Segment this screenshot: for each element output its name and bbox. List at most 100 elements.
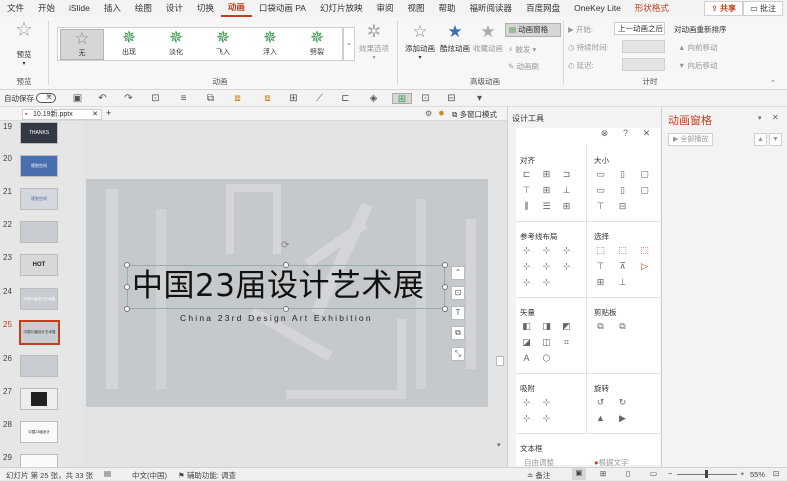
select-red-icon[interactable]: ⬚ xyxy=(640,246,649,255)
menu-item[interactable]: 口袋动画 PA xyxy=(252,0,313,17)
guide-icon[interactable]: ⊹ xyxy=(542,246,551,255)
flip-v-icon[interactable]: ▲ xyxy=(596,414,605,423)
zoom-in-icon[interactable]: + xyxy=(740,469,744,478)
thumb-slide-27[interactable] xyxy=(20,388,58,410)
thumb-slide-26[interactable] xyxy=(20,355,58,377)
present-icon[interactable]: ⊡ xyxy=(150,93,161,104)
resize-both-icon[interactable]: ▢ xyxy=(640,186,649,195)
fit-slide-icon[interactable]: ⊡ xyxy=(773,469,779,478)
menu-item[interactable]: 帮助 xyxy=(432,0,463,17)
play-all-button[interactable]: ▶ 全部播放 xyxy=(668,133,714,146)
cool-animation-button[interactable]: ★ 酷炫动画 xyxy=(438,23,472,54)
collect-animation-button[interactable]: ★ 收藏动画 xyxy=(472,23,504,54)
menu-item[interactable]: 设计 xyxy=(159,0,190,17)
distribute-h-icon[interactable]: ⫼ xyxy=(522,202,531,211)
rotate-handle-icon[interactable]: ⟳ xyxy=(281,240,289,251)
select-invert-icon[interactable]: ⊥ xyxy=(618,278,627,287)
resize-h-icon[interactable]: ▯ xyxy=(618,186,627,195)
align-bottom-icon[interactable]: ⊥ xyxy=(562,186,571,195)
anim-appear[interactable]: ✵ 出现 xyxy=(107,29,151,60)
select-similar-icon[interactable]: ⬚ xyxy=(618,246,627,255)
select-same-icon[interactable]: ⬚ xyxy=(596,246,605,255)
vector-shape-icon[interactable]: ⬡ xyxy=(542,354,551,363)
align-icon[interactable]: ≡ xyxy=(178,93,189,104)
accessibility-button[interactable]: ⚑ 辅助功能: 调查 xyxy=(178,470,236,481)
flip-h-icon[interactable]: ▶ xyxy=(618,414,627,423)
zoom-slider-thumb[interactable] xyxy=(705,470,708,478)
menu-item[interactable]: 百度网盘 xyxy=(519,0,567,17)
menu-item[interactable]: 福昕阅读器 xyxy=(463,0,520,17)
copy-format-icon[interactable]: ⧉ xyxy=(451,326,465,340)
select-cursor-icon[interactable]: ▷ xyxy=(640,262,649,271)
align-middle-icon[interactable]: ⊞ xyxy=(542,186,551,195)
vertical-scrollbar-thumb[interactable] xyxy=(496,356,504,366)
resize-handle[interactable] xyxy=(124,262,130,268)
select-all-icon[interactable]: ⊞ xyxy=(596,278,605,287)
reading-view-icon[interactable]: ▯ xyxy=(626,469,630,478)
align-left-icon[interactable]: ⊏ xyxy=(522,170,531,179)
distribute-grid-icon[interactable]: ⊞ xyxy=(562,202,571,211)
anim-fade[interactable]: ✵ 淡化 xyxy=(154,29,198,60)
settings-gear-icon[interactable]: ⚙ xyxy=(425,109,432,118)
select-fill-icon[interactable]: ⊼ xyxy=(618,262,627,271)
anim-split[interactable]: ✵ 劈裂 xyxy=(295,29,339,60)
normal-view-icon[interactable]: ▣ xyxy=(572,468,586,480)
close-circle-icon[interactable]: ⊗ xyxy=(600,129,609,138)
move-up-icon[interactable]: ▲ xyxy=(754,133,767,146)
undo-icon[interactable]: ↶ xyxy=(97,93,108,104)
size-fit-icon[interactable]: ⊟ xyxy=(618,202,627,211)
menu-item[interactable]: 文件 xyxy=(0,0,31,17)
guide-icon[interactable]: ⊹ xyxy=(542,262,551,271)
new-tab-icon[interactable]: + xyxy=(106,108,111,118)
thumb-slide-19[interactable]: THANKS xyxy=(20,122,58,144)
ungroup-icon[interactable]: ⊞ xyxy=(288,93,299,104)
thumb-slide-25-selected[interactable]: 中国23届设计艺术展 xyxy=(19,320,60,345)
help-icon[interactable]: ? xyxy=(621,129,630,138)
slideshow-view-icon[interactable]: ▭ xyxy=(650,469,657,478)
menu-item[interactable]: 开始 xyxy=(31,0,62,17)
vector-union-icon[interactable]: ◧ xyxy=(522,322,531,331)
move-later-button[interactable]: ▼ 向后移动 xyxy=(678,60,718,71)
guide-icon[interactable]: ⊹ xyxy=(522,278,531,287)
vector-combine-icon[interactable]: ◨ xyxy=(542,322,551,331)
slide-title[interactable]: 中国23届设计艺术展 xyxy=(132,268,424,304)
guide-icon[interactable]: ⊹ xyxy=(562,246,571,255)
trigger-button[interactable]: ⚡ 触发 ▾ xyxy=(508,44,536,55)
menu-item[interactable]: OneKey Lite xyxy=(567,0,628,17)
redo-icon[interactable]: ↷ xyxy=(123,93,134,104)
paste-icon[interactable]: ⧉ xyxy=(618,322,627,331)
select-top-icon[interactable]: ⊤ xyxy=(596,262,605,271)
same-width-icon[interactable]: ▭ xyxy=(596,170,605,179)
preview-button[interactable]: ☆ 预览 ▾ xyxy=(6,20,42,67)
resize-handle[interactable] xyxy=(442,306,448,312)
rotate-right-icon[interactable]: ↻ xyxy=(618,398,627,407)
thumb-slide-21[interactable]: 规划空间 xyxy=(20,188,58,210)
language-label[interactable]: 中文(中国) xyxy=(132,470,167,481)
autosave-toggle[interactable]: 关 xyxy=(36,93,56,103)
effect-options-button[interactable]: ✲ 效果选项 ▾ xyxy=(358,23,390,62)
guide-icon[interactable]: ⊹ xyxy=(542,278,551,287)
anim-fly-in[interactable]: ✵ 飞入 xyxy=(201,29,245,60)
add-animation-button[interactable]: ☆ 添加动画 ▾ xyxy=(402,23,438,62)
multi-window-button[interactable]: ⧉ 多窗口模式 xyxy=(452,109,497,120)
thumb-slide-29[interactable] xyxy=(20,454,58,467)
zoom-out-icon[interactable]: − xyxy=(668,469,672,478)
line-icon[interactable]: ⟋ xyxy=(314,93,325,104)
size-lock-icon[interactable]: ⊤ xyxy=(596,202,605,211)
menu-item[interactable]: 幻灯片放映 xyxy=(313,0,370,17)
delay-input[interactable] xyxy=(622,58,665,71)
resize-w-icon[interactable]: ▭ xyxy=(596,186,605,195)
align-center-icon[interactable]: ⊞ xyxy=(542,170,551,179)
move-earlier-button[interactable]: ▲ 向前移动 xyxy=(678,42,718,53)
copy-icon[interactable]: ⧉ xyxy=(596,322,605,331)
select-icon[interactable]: ⊡ xyxy=(420,93,431,104)
comment-button[interactable]: ▭ 批注 xyxy=(743,1,783,16)
same-height-icon[interactable]: ▯ xyxy=(618,170,627,179)
menu-item[interactable]: 视图 xyxy=(401,0,432,17)
share-button[interactable]: ⇪ 共享 xyxy=(704,1,743,16)
snap-icon[interactable]: ⊹ xyxy=(522,414,531,423)
notes-button[interactable]: ≐ 备注 xyxy=(527,470,550,481)
anim-none[interactable]: ☆ 无 xyxy=(60,29,104,60)
menu-item[interactable]: 切换 xyxy=(190,0,221,17)
shape-icon[interactable]: ⧈ xyxy=(262,93,273,104)
